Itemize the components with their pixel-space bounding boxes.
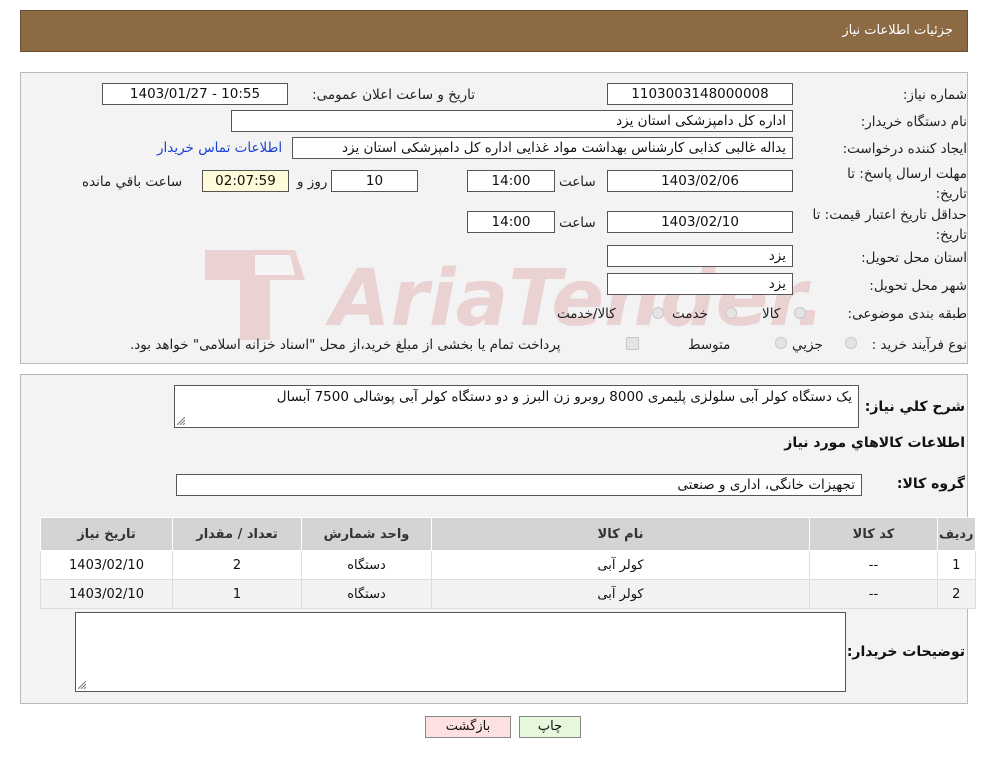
validity-date-field: 1403/02/10 [607,211,793,233]
need-number-label: شماره نیاز: [902,87,967,103]
page-title: جزئیات اطلاعات نیاز [842,23,953,38]
category-goods-service-label: کالا/خدمت [557,306,616,322]
need-number-field: 1103003148000008 [607,83,793,105]
goods-group-label: گروه کالا: [896,476,965,492]
col-unit-header: واحد شمارش [301,517,432,551]
process-label: نوع فرآیند خرید : [871,337,967,353]
category-goods-label: کالا [762,306,781,322]
deadline-time-field: 14:00 [467,170,555,192]
table-row: 2 -- کولر آبی دستگاه 1 1403/02/10 [40,579,976,609]
cell-date: 1403/02/10 [40,579,173,609]
goods-info-title: اطلاعات كالاهاي مورد نياز [784,435,965,451]
deadline-label: مهلت ارسال پاسخ: تا تاریخ: [847,166,967,202]
cell-unit: دستگاه [301,579,432,609]
remaining-time-field: 02:07:59 [202,170,289,192]
cell-name: کولر آبی [431,550,810,580]
category-goods-radio[interactable] [794,307,806,319]
buyer-contact-link[interactable]: اطلاعات تماس خریدار [157,140,282,156]
cell-qty: 1 [172,579,302,609]
cell-date: 1403/02/10 [40,550,173,580]
validity-time-field: 14:00 [467,211,555,233]
col-code-header: کد کالا [809,517,938,551]
process-partial-radio[interactable] [845,337,857,349]
summary-text: یک دستگاه کولر آبی سلولزی پلیمری 8000 رو… [276,389,852,405]
col-name-header: نام کالا [431,517,810,551]
days-label: روز و [297,174,328,190]
category-goods-service-radio[interactable] [652,307,664,319]
col-row-header: ردیف [937,517,976,551]
announce-field: 1403/01/27 - 10:55 [102,83,288,105]
process-medium-radio[interactable] [775,337,787,349]
remaining-label: ساعت باقي مانده [82,174,183,190]
resize-grip-icon[interactable] [177,417,185,425]
province-field: یزد [607,245,793,267]
deadline-date-field: 1403/02/06 [607,170,793,192]
buyer-org-field: اداره کل دامپزشکی استان یزد [231,110,793,132]
table-row: 1 -- کولر آبی دستگاه 2 1403/02/10 [40,550,976,580]
creator-label: ایجاد کننده درخواست: [842,141,967,157]
deadline-hour-label: ساعت [559,174,596,190]
cell-qty: 2 [172,550,302,580]
treasury-payment-note: پرداخت تمام یا بخشی از مبلغ خرید،از محل … [130,337,561,353]
city-label: شهر محل تحویل: [869,278,967,294]
city-field: یزد [607,273,793,295]
category-service-radio[interactable] [725,307,737,319]
cell-row: 2 [937,579,976,609]
col-qty-header: تعداد / مقدار [172,517,302,551]
goods-group-field: تجهیزات خانگی، اداری و صنعتی [176,474,862,496]
announce-label: تاریخ و ساعت اعلان عمومی: [312,87,475,103]
validity-hour-label: ساعت [559,215,596,231]
buyer-org-label: نام دستگاه خریدار: [860,114,967,130]
buyer-notes-label: توضيحات خريدار: [846,644,965,660]
validity-label: حداقل تاریخ اعتبار قیمت: تا تاریخ: [812,207,967,243]
days-field: 10 [331,170,418,192]
items-table-wrap: ردیف کد کالا نام کالا واحد شمارش تعداد /… [40,517,976,609]
category-label: طبقه بندی موضوعی: [847,306,967,322]
creator-field: یداله غالبی کذابی کارشناس بهداشت مواد غذ… [292,137,793,159]
back-button[interactable]: بازگشت [425,716,511,738]
print-button[interactable]: چاپ [519,716,581,738]
col-date-header: تاریخ نیاز [40,517,173,551]
items-table-header: ردیف کد کالا نام کالا واحد شمارش تعداد /… [40,517,976,551]
items-table: ردیف کد کالا نام کالا واحد شمارش تعداد /… [40,517,976,609]
cell-name: کولر آبی [431,579,810,609]
treasury-payment-checkbox[interactable] [626,337,639,350]
cell-row: 1 [937,550,976,580]
cell-unit: دستگاه [301,550,432,580]
category-service-label: خدمت [672,306,708,322]
resize-grip-icon[interactable] [78,681,86,689]
buyer-notes-textarea[interactable] [75,612,846,692]
summary-textarea[interactable]: یک دستگاه کولر آبی سلولزی پلیمری 8000 رو… [174,385,859,428]
cell-code: -- [809,550,938,580]
page-header: جزئیات اطلاعات نیاز [20,10,968,52]
process-partial-label: جزيي [792,337,823,353]
cell-code: -- [809,579,938,609]
summary-label: شرح كلي نياز: [864,399,965,415]
process-medium-label: متوسط [688,337,731,353]
province-label: استان محل تحویل: [861,250,967,266]
